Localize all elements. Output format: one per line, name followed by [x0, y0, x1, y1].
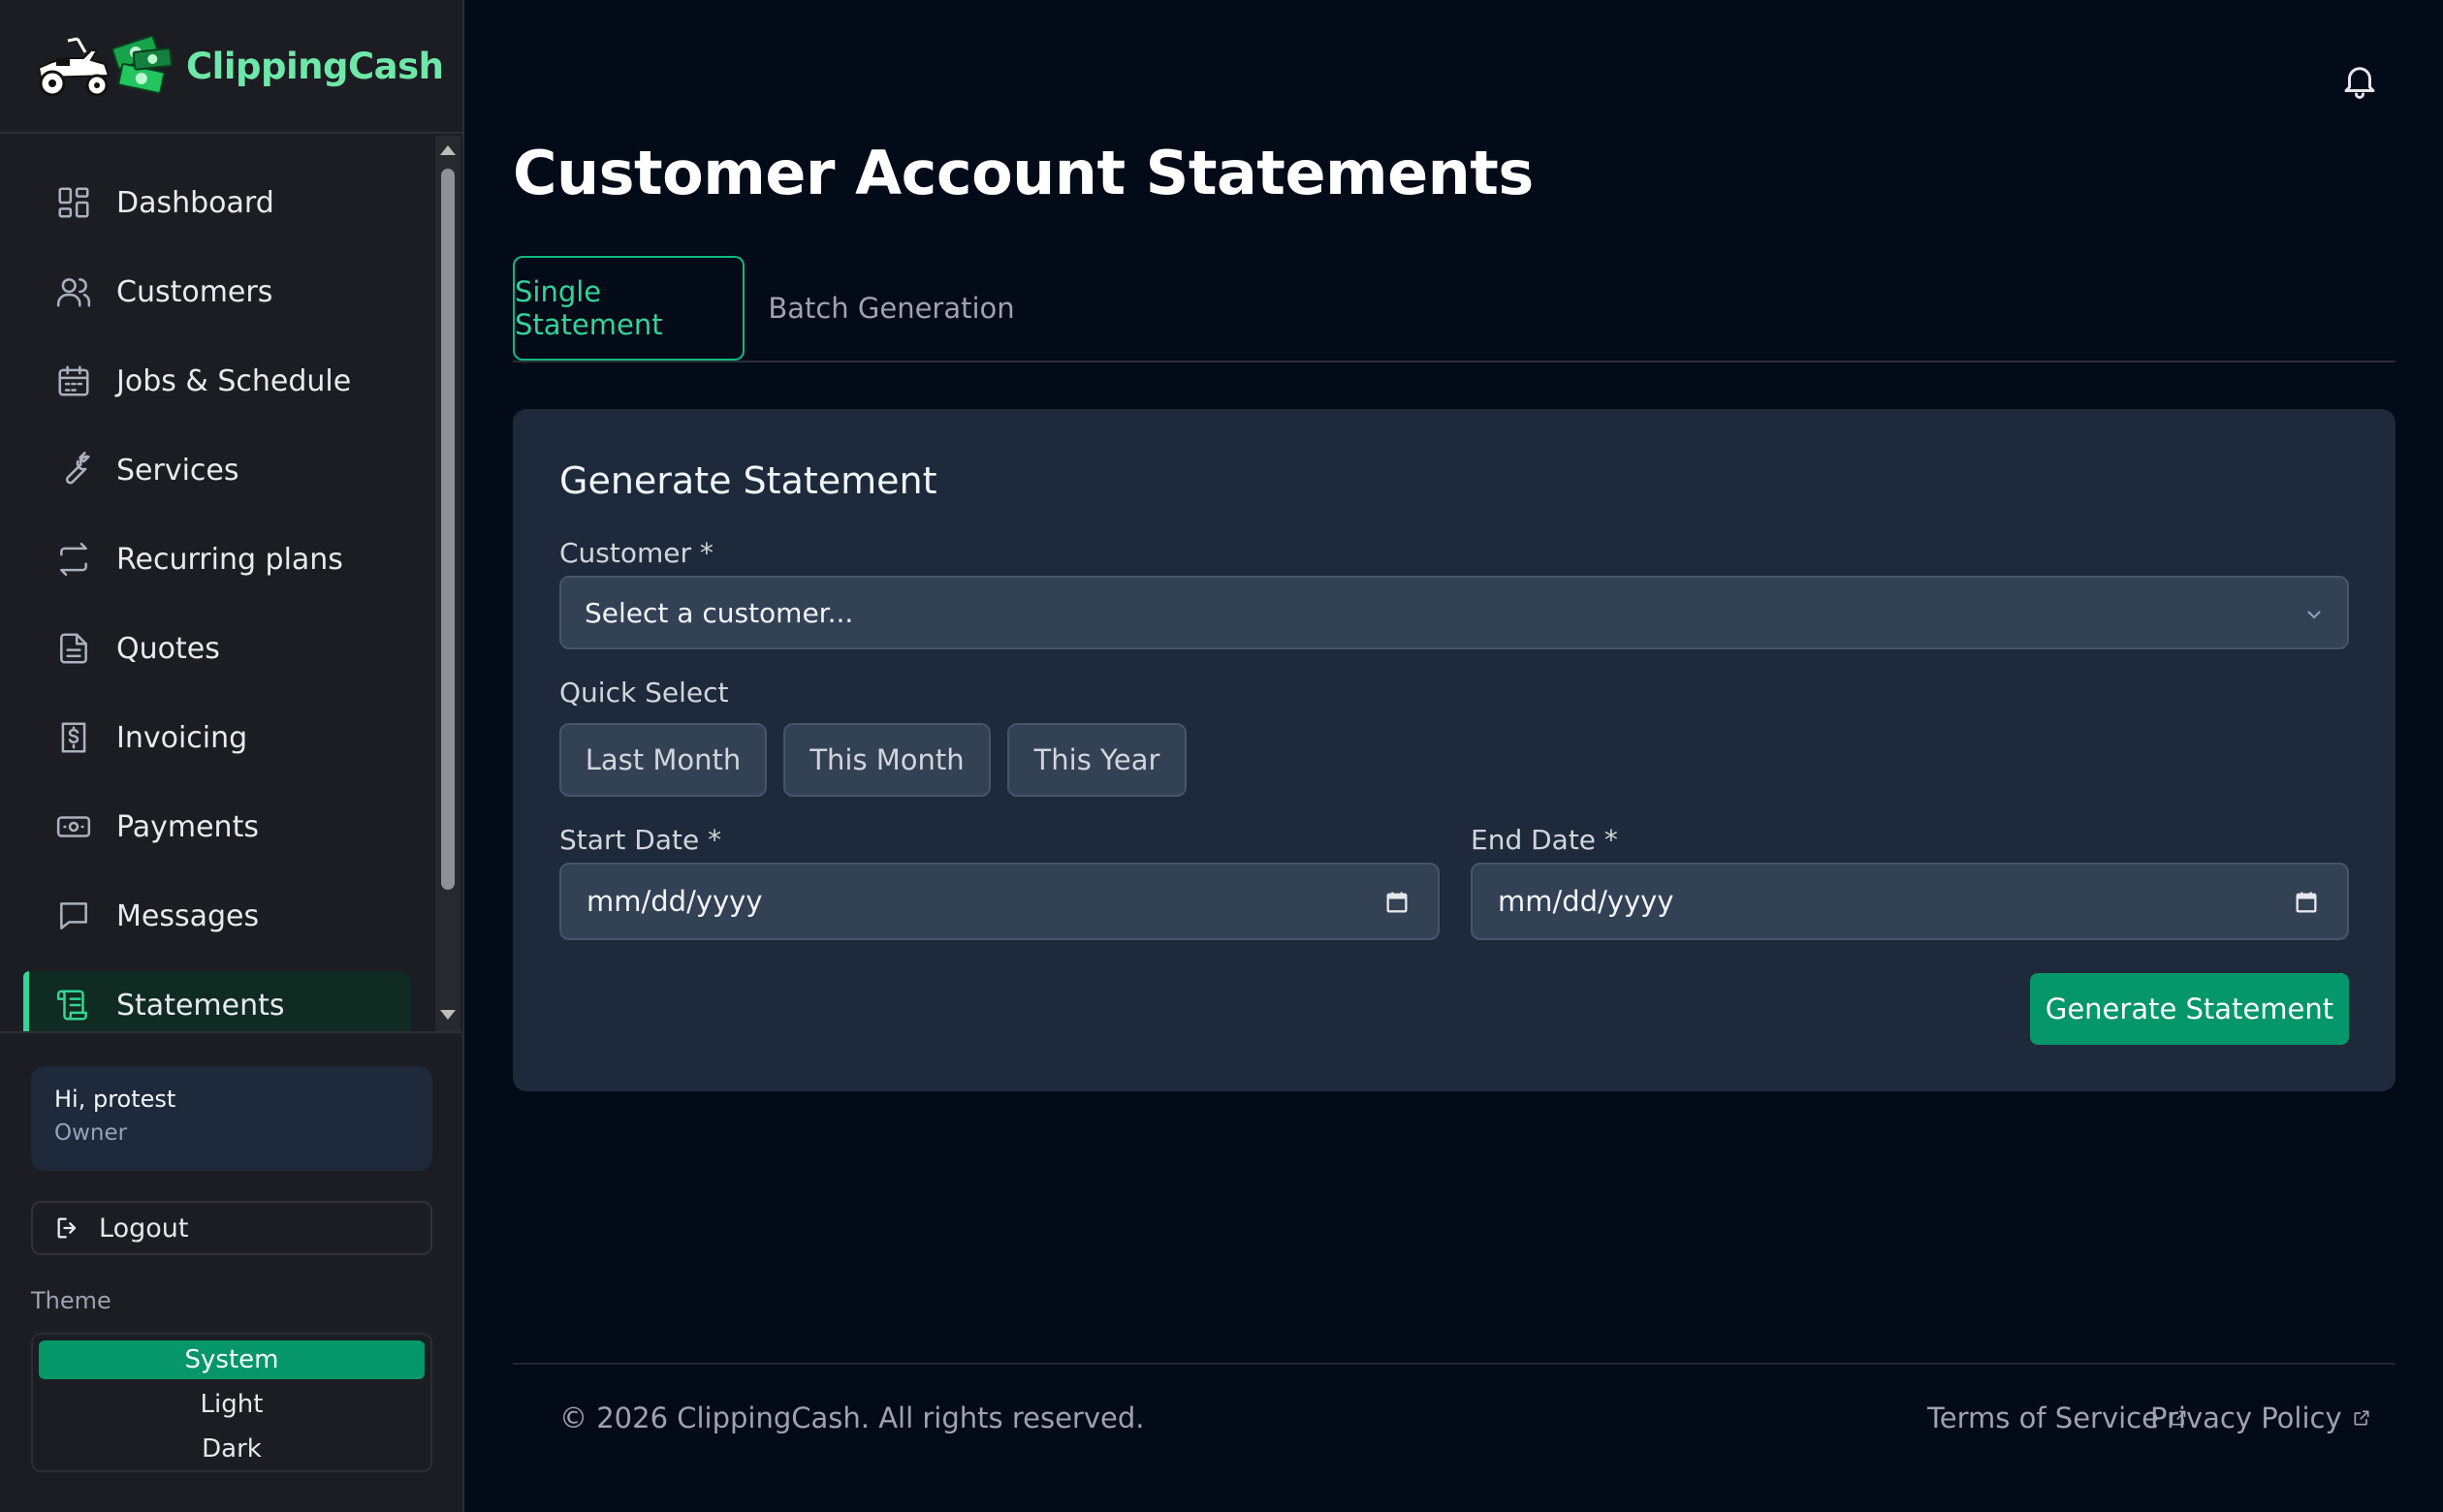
theme-option-dark[interactable]: Dark [39, 1430, 425, 1468]
start-date-placeholder: mm/dd/yyyy [587, 885, 763, 918]
tab-single-statement[interactable]: Single Statement [513, 256, 745, 361]
theme-selector: System Light Dark [31, 1333, 432, 1472]
logout-icon [57, 1217, 77, 1239]
sidebar-item-label: Dashboard [116, 185, 274, 220]
brand-name: ClippingCash [186, 45, 444, 87]
sidebar-item-statements[interactable]: Statements [23, 971, 411, 1031]
sidebar-nav: Dashboard Customers Jobs & Schedule Serv… [0, 136, 462, 1031]
privacy-policy-link[interactable]: Privacy Policy [2150, 1402, 2371, 1434]
brand[interactable]: ClippingCash [0, 0, 462, 134]
sidebar-item-label: Services [116, 453, 239, 488]
card-title: Generate Statement [559, 459, 937, 502]
external-link-icon [2354, 1410, 2369, 1426]
sidebar-item-label: Jobs & Schedule [116, 363, 352, 398]
copyright-text: © 2026 ClippingCash. All rights reserved… [559, 1402, 1145, 1434]
this-month-button[interactable]: This Month [783, 723, 991, 797]
last-month-button[interactable]: Last Month [559, 723, 767, 797]
chat-icon [54, 897, 93, 935]
theme-label: Theme [31, 1287, 111, 1314]
calendar-picker-icon[interactable] [1383, 889, 1411, 916]
sidebar-item-quotes[interactable]: Quotes [23, 614, 411, 682]
wrench-icon [54, 451, 93, 489]
chevron-down-icon [2307, 611, 2321, 619]
customer-select[interactable]: Select a customer... [559, 576, 2349, 649]
lawn-mower-logo-icon [37, 35, 173, 97]
sidebar-item-label: Recurring plans [116, 542, 343, 577]
user-card: Hi, protest Owner [31, 1066, 432, 1171]
theme-option-light[interactable]: Light [39, 1385, 425, 1424]
bell-icon [2344, 67, 2375, 99]
app-root: ClippingCash Dashboard Customers Jobs & … [0, 0, 2443, 1512]
logout-button[interactable]: Logout [31, 1201, 432, 1255]
start-date-input[interactable]: mm/dd/yyyy [559, 863, 1440, 940]
end-date-placeholder: mm/dd/yyyy [1498, 885, 1674, 918]
privacy-link-label: Privacy Policy [2150, 1402, 2342, 1434]
receipt-icon [54, 718, 93, 757]
calendar-picker-icon[interactable] [2293, 889, 2320, 916]
customer-label: Customer * [559, 537, 714, 569]
main-content: Customer Account Statements Single State… [464, 0, 2443, 1512]
sidebar: ClippingCash Dashboard Customers Jobs & … [0, 0, 464, 1512]
sidebar-item-label: Statements [116, 988, 285, 1023]
sidebar-item-label: Customers [116, 274, 273, 309]
logout-label: Logout [99, 1213, 189, 1244]
terms-of-service-link[interactable]: Terms of Service [1927, 1402, 2188, 1434]
sidebar-item-jobs-schedule[interactable]: Jobs & Schedule [23, 347, 411, 415]
sidebar-item-recurring-plans[interactable]: Recurring plans [23, 525, 411, 593]
sidebar-item-label: Messages [116, 898, 260, 933]
sidebar-footer: Hi, protest Owner Logout Theme System Li… [0, 1031, 462, 1512]
page-title: Customer Account Statements [513, 138, 1534, 208]
user-greeting: Hi, protest [54, 1086, 176, 1113]
sidebar-item-services[interactable]: Services [23, 436, 411, 504]
scroll-icon [54, 986, 93, 1024]
sidebar-item-customers[interactable]: Customers [23, 258, 411, 326]
scrollbar-thumb[interactable] [441, 169, 455, 890]
this-year-button[interactable]: This Year [1007, 723, 1187, 797]
repeat-icon [54, 540, 93, 579]
cash-icon [54, 807, 93, 846]
user-role: Owner [54, 1120, 128, 1146]
statement-tabs: Single Statement Batch Generation [513, 256, 2395, 362]
generate-statement-card: Generate Statement Customer * Select a c… [513, 409, 2395, 1091]
sidebar-item-payments[interactable]: Payments [23, 793, 411, 861]
tab-batch-generation[interactable]: Batch Generation [768, 256, 1015, 361]
footer: © 2026 ClippingCash. All rights reserved… [513, 1363, 2395, 1512]
sidebar-item-messages[interactable]: Messages [23, 882, 411, 950]
scroll-down-arrow-icon[interactable] [440, 1010, 456, 1020]
sidebar-item-label: Payments [116, 809, 259, 844]
sidebar-item-label: Quotes [116, 631, 220, 666]
notifications-button[interactable] [2339, 60, 2380, 101]
scroll-up-arrow-icon[interactable] [440, 145, 456, 155]
terms-link-label: Terms of Service [1927, 1402, 2159, 1434]
dashboard-icon [54, 183, 93, 222]
document-icon [54, 629, 93, 668]
start-date-label: Start Date * [559, 824, 722, 856]
generate-statement-button[interactable]: Generate Statement [2030, 973, 2349, 1045]
customer-select-value: Select a customer... [585, 596, 854, 629]
sidebar-scrollbar[interactable] [435, 136, 460, 1031]
sidebar-item-invoicing[interactable]: Invoicing [23, 704, 411, 772]
calendar-icon [54, 362, 93, 400]
quick-select-label: Quick Select [559, 677, 729, 709]
sidebar-item-dashboard[interactable]: Dashboard [23, 169, 411, 236]
end-date-input[interactable]: mm/dd/yyyy [1471, 863, 2349, 940]
sidebar-item-label: Invoicing [116, 720, 248, 755]
theme-option-system[interactable]: System [39, 1340, 425, 1379]
end-date-label: End Date * [1471, 824, 1618, 856]
users-icon [54, 272, 93, 311]
